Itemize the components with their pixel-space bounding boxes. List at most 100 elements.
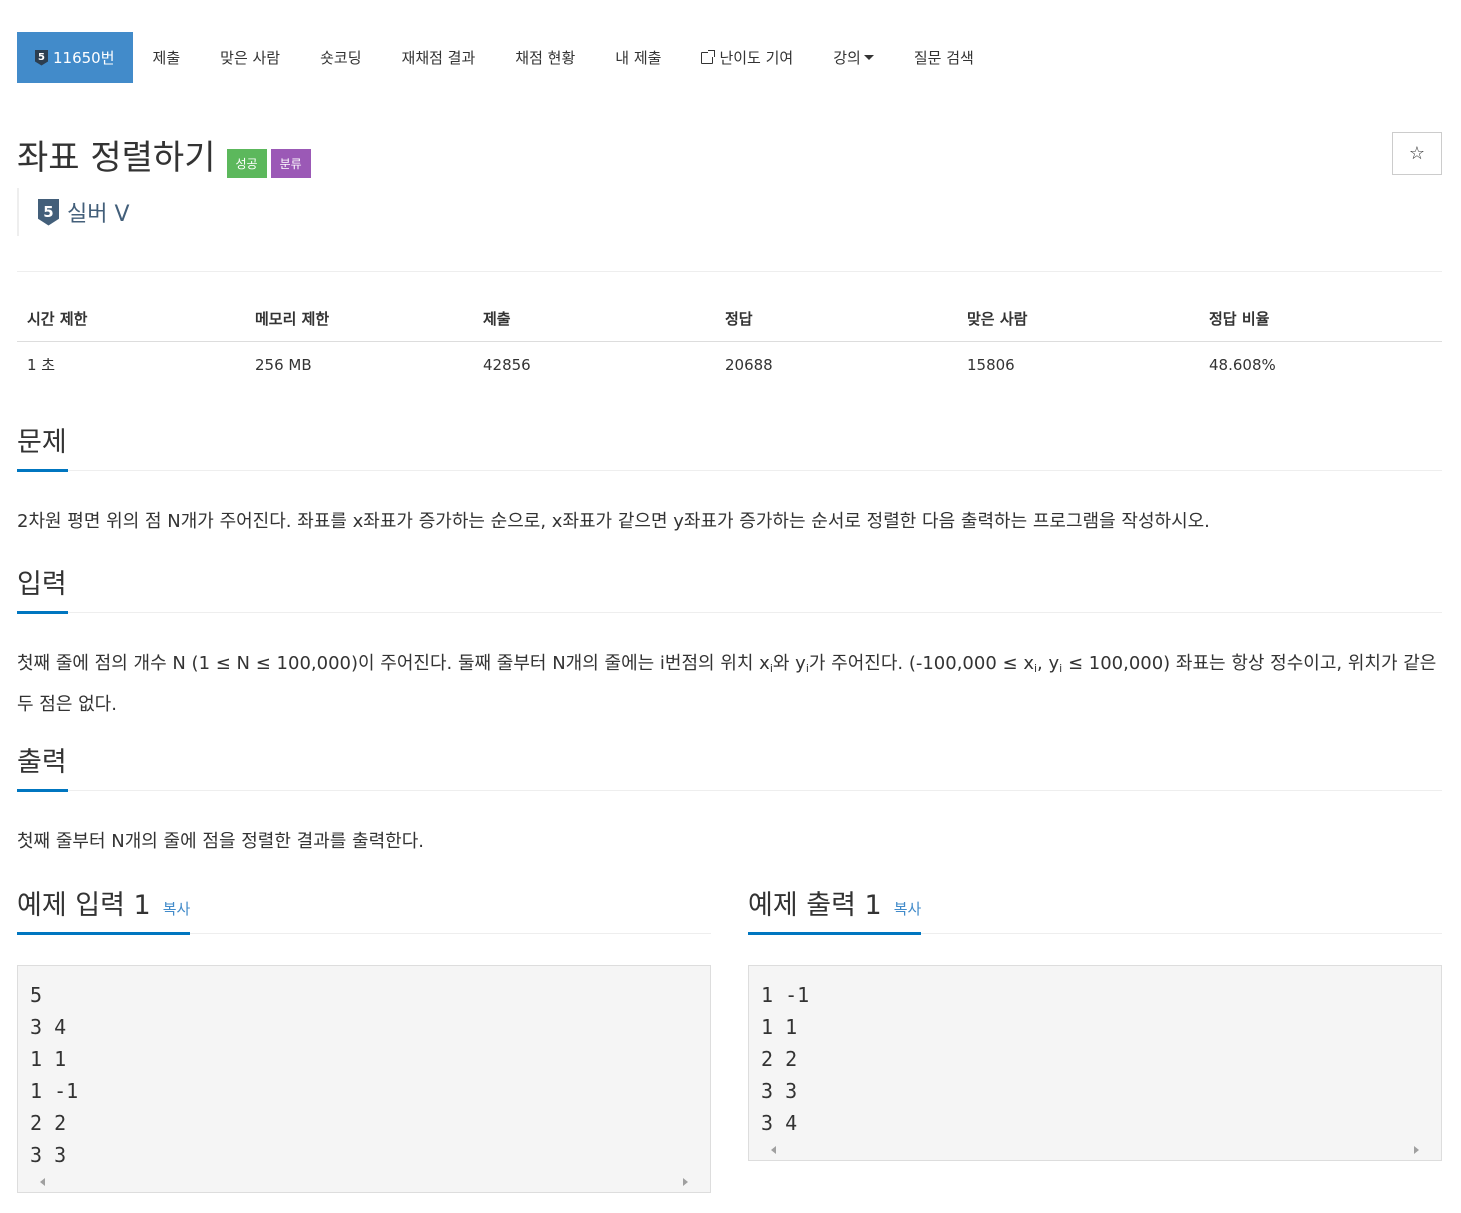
tab-label: 재채점 결과 xyxy=(401,49,476,67)
scroll-right-arrow-icon[interactable] xyxy=(1414,1146,1419,1154)
accepted-value: 20688 xyxy=(725,355,773,374)
input-section: 입력 첫째 줄에 점의 개수 N (1 ≤ N ≤ 100,000)이 주어진다… xyxy=(17,569,1442,723)
section-header: 예제 입력 1 복사 xyxy=(17,890,711,935)
external-link-icon xyxy=(701,49,716,64)
section-header: 문제 xyxy=(17,427,1442,472)
tab-label: 질문 검색 xyxy=(913,49,974,67)
input-text-part: 첫째 줄에 점의 개수 N (1 ≤ N ≤ 100,000)이 주어진다. 둘… xyxy=(17,653,770,674)
copy-sample-input-button[interactable]: 복사 xyxy=(163,900,191,918)
output-heading: 출력 xyxy=(17,747,67,778)
output-text: 첫째 줄부터 N개의 줄에 점을 정렬한 결과를 출력한다. xyxy=(17,831,424,852)
header-accepted: 정답 xyxy=(715,297,957,342)
table-row: 1 초 256 MB 42856 20688 15806 48.608% xyxy=(17,342,1442,388)
tab-label: 내 제출 xyxy=(615,49,662,67)
tier-block: 5 실버 V xyxy=(17,188,130,236)
header-correct-users: 맞은 사람 xyxy=(957,297,1199,342)
section-header: 예제 출력 1 복사 xyxy=(748,890,1442,935)
tab-label: 맞은 사람 xyxy=(220,49,281,67)
code-line: 3 3 xyxy=(30,1143,67,1167)
tab-label: 강의 xyxy=(833,49,861,67)
tab-status[interactable]: 채점 현황 xyxy=(495,32,595,83)
header-submissions: 제출 xyxy=(473,297,715,342)
code-line: 1 -1 xyxy=(761,983,810,1007)
copy-sample-output-button[interactable]: 복사 xyxy=(894,900,922,918)
tier-name[interactable]: 실버 V xyxy=(67,196,130,228)
tab-difficulty-contribution[interactable]: 난이도 기여 xyxy=(681,32,813,83)
description-section: 문제 2차원 평면 위의 점 N개가 주어진다. 좌표를 x좌표가 증가하는 순… xyxy=(17,427,1442,540)
caret-down-icon xyxy=(863,55,874,60)
output-section: 출력 첫째 줄부터 N개의 줄에 점을 정렬한 결과를 출력한다. xyxy=(17,747,1442,860)
problem-info-table: 시간 제한 메모리 제한 제출 정답 맞은 사람 정답 비율 1 초 256 M… xyxy=(17,297,1442,387)
input-text: 첫째 줄에 점의 개수 N (1 ≤ N ≤ 100,000)이 주어진다. 둘… xyxy=(17,646,1442,723)
sample-input-heading: 예제 입력 1 복사 xyxy=(17,883,190,922)
table-header-row: 시간 제한 메모리 제한 제출 정답 맞은 사람 정답 비율 xyxy=(17,297,1442,342)
silver-tier-icon: 5 xyxy=(38,198,59,226)
input-text-part: 가 주어진다. (-100,000 ≤ x xyxy=(808,653,1034,674)
tab-short-coding[interactable]: 숏코딩 xyxy=(300,32,381,83)
scroll-left-arrow-icon[interactable] xyxy=(771,1146,776,1154)
tab-rejudge-results[interactable]: 재채점 결과 xyxy=(382,32,496,83)
description-text: 2차원 평면 위의 점 N개가 주어진다. 좌표를 x좌표가 증가하는 순으로,… xyxy=(17,511,1210,532)
page-title: 좌표 정렬하기 xyxy=(17,138,216,178)
header-time-limit: 시간 제한 xyxy=(17,297,245,342)
tab-label: 숏코딩 xyxy=(320,49,362,67)
tab-label: 난이도 기여 xyxy=(719,49,794,67)
tab-problem[interactable]: 5 11650번 xyxy=(17,32,133,83)
input-text-part: 와 y xyxy=(772,653,806,674)
tab-label: 제출 xyxy=(152,49,181,67)
scroll-left-arrow-icon[interactable] xyxy=(40,1178,45,1186)
memory-limit-value: 256 MB xyxy=(255,355,312,374)
heading-underline xyxy=(17,789,68,792)
sample-input-box: 5 3 4 1 1 1 -1 2 2 3 3 xyxy=(17,965,711,1193)
tab-label: 채점 현황 xyxy=(515,49,576,67)
sample-input-section: 예제 입력 1 복사 5 3 4 1 1 1 -1 2 2 3 3 xyxy=(17,890,711,1193)
code-line: 1 1 xyxy=(761,1015,798,1039)
header-accept-ratio: 정답 비율 xyxy=(1199,297,1442,342)
code-line: 3 3 xyxy=(761,1079,798,1103)
tab-my-submissions[interactable]: 내 제출 xyxy=(595,32,681,83)
submissions-value: 42856 xyxy=(483,355,531,374)
scroll-right-arrow-icon[interactable] xyxy=(683,1178,688,1186)
heading-underline xyxy=(17,611,68,614)
code-line: 3 4 xyxy=(761,1111,798,1135)
header-memory-limit: 메모리 제한 xyxy=(245,297,473,342)
sample-output-title: 예제 출력 1 xyxy=(748,890,882,921)
favorite-star-button[interactable]: ☆ xyxy=(1392,132,1442,175)
tab-question-search[interactable]: 질문 검색 xyxy=(894,32,994,83)
tier-badge-icon: 5 xyxy=(35,49,48,66)
heading-underline xyxy=(748,932,921,935)
time-limit-value: 1 초 xyxy=(27,356,56,374)
tab-submit[interactable]: 제출 xyxy=(133,32,201,83)
accept-ratio-value: 48.608% xyxy=(1209,355,1276,374)
sample-output-heading: 예제 출력 1 복사 xyxy=(748,883,921,922)
problem-header: 좌표 정렬하기 성공 분류 xyxy=(17,130,311,179)
category-label[interactable]: 분류 xyxy=(270,149,311,178)
sample-input-title: 예제 입력 1 xyxy=(17,890,151,921)
horizontal-scrollbar[interactable] xyxy=(761,1139,1429,1160)
code-line: 3 4 xyxy=(30,1015,67,1039)
sample-output-section: 예제 출력 1 복사 1 -1 1 1 2 2 3 3 3 4 xyxy=(748,890,1442,1161)
heading-underline xyxy=(17,469,68,472)
code-line: 1 1 xyxy=(30,1047,67,1071)
description-heading: 문제 xyxy=(17,427,67,458)
input-heading: 입력 xyxy=(17,569,67,600)
star-icon: ☆ xyxy=(1408,143,1426,164)
tab-lectures-dropdown[interactable]: 강의 xyxy=(813,32,894,83)
sample-output-code[interactable]: 1 -1 1 1 2 2 3 3 3 4 xyxy=(748,965,1442,1161)
horizontal-scrollbar[interactable] xyxy=(30,1171,698,1192)
input-text-part: , y xyxy=(1037,653,1060,674)
problem-nav: 5 11650번 제출 맞은 사람 숏코딩 재채점 결과 채점 현황 내 제출 … xyxy=(17,32,994,83)
code-line: 1 -1 xyxy=(30,1079,79,1103)
correct-users-value: 15806 xyxy=(967,355,1015,374)
heading-underline xyxy=(17,932,190,935)
code-line: 5 xyxy=(30,983,43,1007)
section-header: 입력 xyxy=(17,569,1442,614)
section-header: 출력 xyxy=(17,747,1442,792)
sample-output-box: 1 -1 1 1 2 2 3 3 3 4 xyxy=(748,965,1442,1161)
divider xyxy=(17,271,1442,272)
problem-id: 11650번 xyxy=(53,49,115,67)
code-line: 2 2 xyxy=(761,1047,798,1071)
success-label: 성공 xyxy=(226,149,267,178)
tab-correct-users[interactable]: 맞은 사람 xyxy=(200,32,300,83)
sample-input-code[interactable]: 5 3 4 1 1 1 -1 2 2 3 3 xyxy=(17,965,711,1193)
